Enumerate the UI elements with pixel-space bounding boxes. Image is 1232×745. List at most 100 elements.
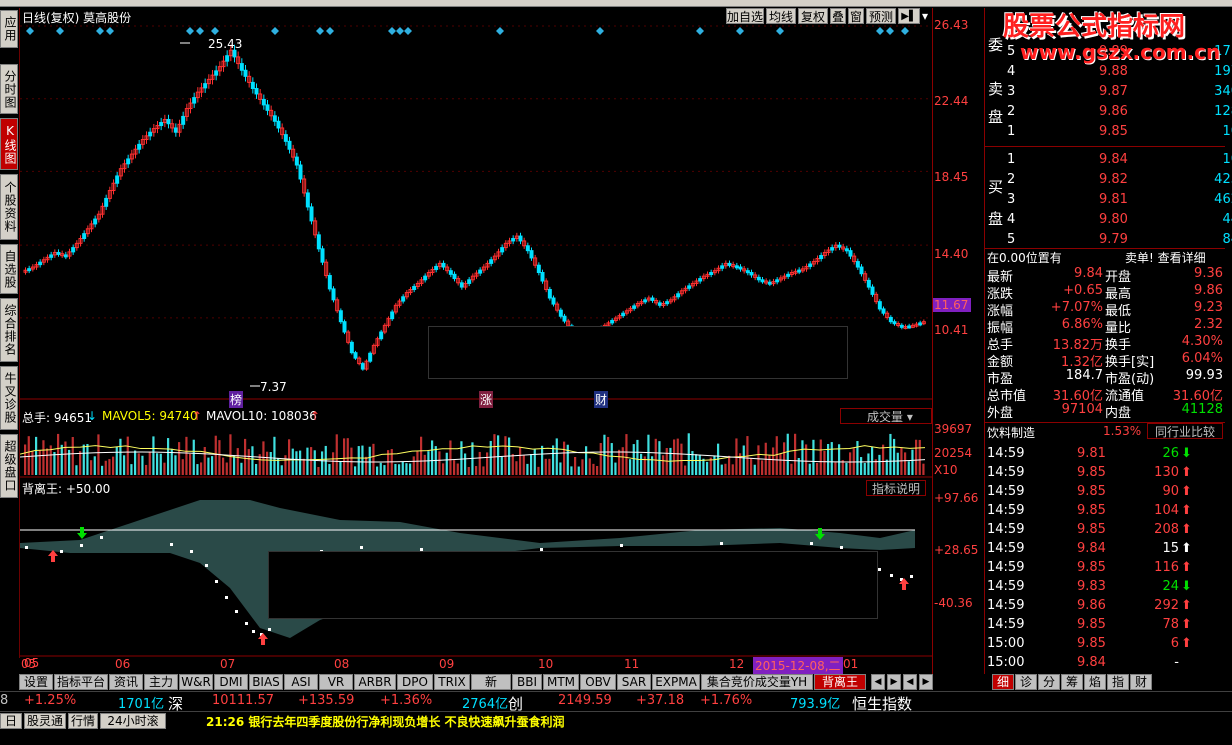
volume-bar	[599, 442, 602, 475]
indicator-tab[interactable]: VR	[319, 674, 353, 690]
ask-row[interactable]: 3 9.87 340	[1003, 82, 1232, 102]
ask-row[interactable]: 2 9.86 128	[1003, 102, 1232, 122]
wei-label: 委	[988, 36, 1004, 54]
peer-compare-button[interactable]: 同行业比较	[1147, 423, 1223, 439]
indicator-tab[interactable]: 资讯	[109, 674, 143, 690]
indicator-tab[interactable]: MTM	[543, 674, 579, 690]
industry-name[interactable]: 饮料制造	[987, 424, 1035, 441]
sidebar-tab-watchlist[interactable]: 自选股	[0, 244, 18, 294]
marker-bang[interactable]: 榜	[229, 391, 244, 408]
volume-bar	[218, 440, 221, 475]
kline-chart-area[interactable]: 日线(复权) 莫高股份 加自选 均线 复权 叠 窗 预测 ▶▌ ▾ 25.43 …	[19, 8, 933, 670]
news-headline[interactable]: 21:26 银行去年四季度股份行净利现负增长 不良快速飙升蚕食利润	[206, 713, 565, 730]
sidebar-tab-ranking[interactable]: 综合排名	[0, 298, 18, 362]
indicator-tab[interactable]: OBV	[580, 674, 616, 690]
ask-row[interactable]: 1 9.85 10	[1003, 122, 1232, 142]
volume-bar	[783, 442, 786, 475]
candle	[192, 97, 197, 104]
candle	[610, 319, 615, 324]
bid-row[interactable]: 2 9.82 423	[1003, 170, 1232, 190]
sidebar-tab-apps[interactable]: 应用	[0, 10, 18, 48]
ask-row[interactable]: 4 9.88 197	[1003, 62, 1232, 82]
sidebar-tab-level2[interactable]: 超级盘口	[0, 434, 18, 498]
event-diamond-icon	[901, 27, 909, 35]
indicator-tab[interactable]: EXPMA	[652, 674, 700, 690]
quote-tab[interactable]: 财	[1130, 674, 1152, 690]
indicator-tab[interactable]: 集合竞价成交量YH	[701, 674, 813, 690]
news-tab-diary[interactable]: 日记	[0, 713, 22, 743]
indicator-tab[interactable]: 主力	[144, 674, 178, 690]
quote-tab[interactable]: 诊	[1015, 674, 1037, 690]
quote-tab[interactable]: 筹	[1061, 674, 1083, 690]
cell: 197	[1214, 64, 1232, 79]
indicator-tab[interactable]: ASI	[284, 674, 318, 690]
candle	[349, 341, 354, 354]
volume-bar	[915, 439, 918, 475]
add-watchlist-button[interactable]: 加自选	[726, 8, 764, 24]
bid-row[interactable]: 4 9.80 44	[1003, 210, 1232, 230]
tick-cell: 14:59	[987, 503, 1025, 518]
scroll-right-icon[interactable]: ▶	[919, 674, 933, 690]
indicator-tab[interactable]: TRIX	[434, 674, 470, 690]
volume-bar	[412, 456, 415, 475]
indicator-tab[interactable]: 新DMA	[471, 674, 511, 704]
candle	[265, 104, 270, 111]
scroll-right-icon[interactable]: ▶	[887, 674, 901, 690]
arrow-up-icon: ⬆	[1181, 503, 1192, 518]
bid-row[interactable]: 5 9.79 84	[1003, 230, 1232, 250]
play-icon[interactable]: ▶▌	[898, 8, 920, 24]
quote-tab[interactable]: 焰	[1084, 674, 1106, 690]
news-tab-market[interactable]: 行情	[68, 713, 98, 729]
indicator-tab[interactable]: BBI	[512, 674, 542, 690]
volume-selector[interactable]: 成交量 ▾	[840, 408, 932, 424]
indicator-tab[interactable]: 指标平台	[54, 674, 108, 690]
candle	[342, 321, 347, 333]
forecast-button[interactable]: 预测	[866, 8, 896, 24]
candle	[536, 264, 541, 274]
quote-tab[interactable]: 分	[1038, 674, 1060, 690]
scroll-left-icon[interactable]: ◀	[871, 674, 885, 690]
indicator-tab[interactable]: 设置	[19, 674, 53, 690]
candle	[232, 49, 237, 58]
sidebar-tab-stock-info[interactable]: 个股资料	[0, 174, 18, 240]
event-diamond-icon	[271, 27, 279, 35]
tick-cell: 9.85	[1077, 636, 1106, 651]
indicator-tab[interactable]: SAR	[617, 674, 651, 690]
candle	[137, 143, 142, 150]
sell-detail-link[interactable]: 卖单! 查看详细	[1125, 249, 1206, 266]
sidebar-tab-intraday[interactable]: 分时图	[0, 64, 18, 114]
news-tab-24h[interactable]: 24小时滚动	[100, 713, 166, 743]
sidebar-tab-kline[interactable]: K线图	[0, 118, 18, 170]
bid-row[interactable]: 3 9.81 462	[1003, 190, 1232, 210]
volume-bar	[563, 441, 566, 475]
quote-tab[interactable]: 细	[992, 674, 1014, 690]
bid-row[interactable]: 1 9.84 10	[1003, 150, 1232, 170]
event-diamond-icon	[404, 27, 412, 35]
window-button[interactable]: 窗	[848, 8, 864, 24]
overlay-button[interactable]: 叠	[830, 8, 846, 24]
quote-tab[interactable]: 指	[1107, 674, 1129, 690]
tick-row: 14:59 9.84 15 ⬆	[987, 539, 1227, 559]
news-tab-gulingtong[interactable]: 股灵通	[24, 713, 66, 729]
indicator-tab[interactable]: 背离王	[814, 674, 866, 690]
sidebar-tab-diagnosis[interactable]: 牛叉诊股	[0, 366, 18, 430]
indicator-tab[interactable]: ARBR	[354, 674, 396, 690]
ma-button[interactable]: 均线	[766, 8, 796, 24]
month-label: 09	[439, 657, 455, 671]
candle	[745, 270, 750, 274]
indicator-tab[interactable]: DPO	[397, 674, 433, 690]
watermark-title: 股票公式指标网	[1003, 12, 1186, 42]
indicator-dot	[205, 564, 208, 567]
indicator-explain-button[interactable]: 指标说明	[866, 480, 926, 496]
chevron-down-icon[interactable]: ▾	[922, 9, 928, 23]
event-diamond-icon	[596, 27, 604, 35]
adjust-button[interactable]: 复权	[798, 8, 828, 24]
marker-cai[interactable]: 财	[594, 391, 609, 408]
candle	[918, 322, 923, 326]
scroll-left-icon[interactable]: ◀	[903, 674, 917, 690]
marker-zhang[interactable]: 涨	[479, 391, 494, 408]
tick-cell: 14:59	[987, 522, 1025, 537]
indicator-tab[interactable]: BIAS	[249, 674, 283, 690]
indicator-tab[interactable]: W&R	[179, 674, 213, 690]
indicator-tab[interactable]: DMI	[214, 674, 248, 690]
